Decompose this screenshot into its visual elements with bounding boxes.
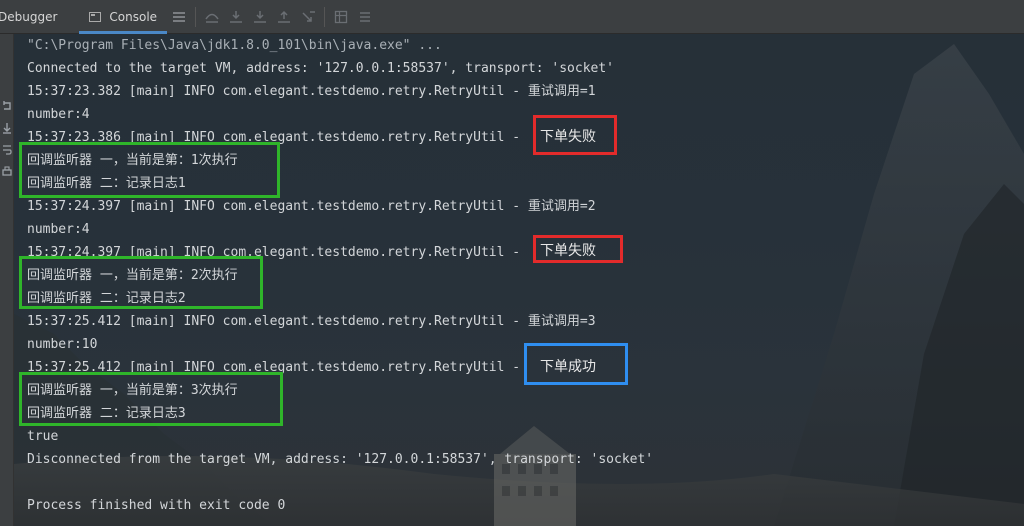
evaluate-icon[interactable] (329, 0, 353, 34)
scroll-down-icon[interactable] (1, 120, 13, 136)
console-line: number:10 (27, 337, 98, 352)
console-line: 15:37:23.382 [main] INFO com.elegant.tes… (27, 84, 596, 99)
background-house-image (494, 426, 576, 526)
menu-icon[interactable] (167, 0, 191, 34)
order-failed-annotation: 下单失败 (540, 243, 596, 259)
tab-console-label: Console (109, 9, 158, 24)
console-icon (89, 11, 102, 22)
print-icon[interactable] (1, 164, 13, 180)
soft-wrap-icon[interactable] (1, 142, 13, 158)
console-line: 15:37:24.397 [main] INFO com.elegant.tes… (27, 199, 596, 214)
step-out-icon[interactable] (272, 0, 296, 34)
console-line: Connected to the target VM, address: '12… (27, 61, 614, 76)
console-line: "C:\Program Files\Java\jdk1.8.0_101\bin\… (27, 38, 442, 53)
console-line: Disconnected from the target VM, address… (27, 452, 654, 467)
toolbar-separator (195, 6, 197, 27)
run-to-cursor-icon[interactable] (296, 0, 320, 34)
listener-highlight-box (19, 142, 280, 198)
listener-highlight-box (19, 256, 263, 309)
rerun-icon[interactable] (1, 98, 13, 114)
force-step-into-icon[interactable] (248, 0, 272, 34)
step-over-icon[interactable] (200, 0, 224, 34)
console-line: number:4 (27, 107, 90, 122)
step-into-icon[interactable] (224, 0, 248, 34)
tab-console[interactable]: Console (79, 0, 167, 34)
tab-debugger[interactable]: Debugger (0, 0, 69, 34)
console-line: Process finished with exit code 0 (27, 498, 286, 513)
frames-icon[interactable] (353, 0, 377, 34)
tab-debugger-label: Debugger (0, 9, 58, 24)
console-gutter (0, 34, 14, 526)
console-output[interactable]: "C:\Program Files\Java\jdk1.8.0_101\bin\… (14, 34, 1024, 526)
console-line: number:4 (27, 222, 90, 237)
order-success-annotation: 下单成功 (540, 359, 596, 375)
console-line: true (27, 429, 59, 444)
console-line: 15:37:25.412 [main] INFO com.elegant.tes… (27, 314, 596, 329)
console-toolbar: Debugger Console (0, 0, 1024, 34)
listener-highlight-box (19, 372, 283, 426)
order-failed-annotation: 下单失败 (540, 129, 596, 145)
toolbar-separator (324, 6, 326, 27)
